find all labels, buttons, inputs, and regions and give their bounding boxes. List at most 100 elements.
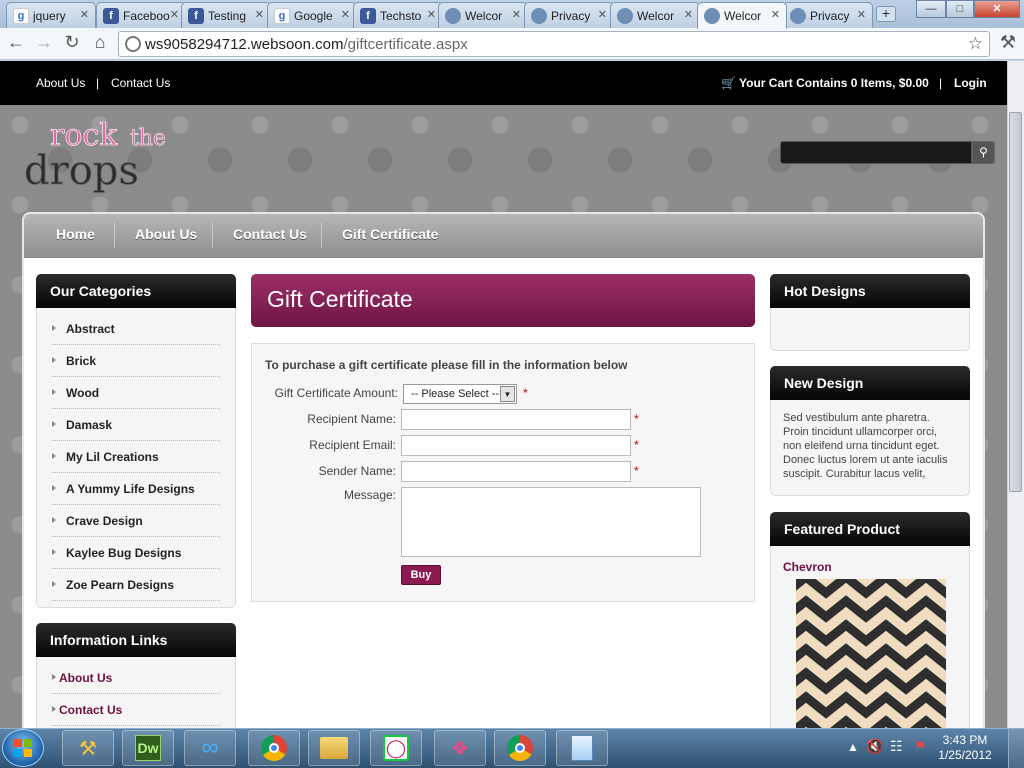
cart-icon[interactable]: 🛒 — [721, 76, 736, 90]
close-icon[interactable]: ✕ — [80, 8, 89, 21]
nav-home[interactable]: Home — [56, 226, 95, 242]
category-label: A Yummy Life Designs — [66, 482, 195, 496]
tab-label: Techsto — [380, 8, 422, 23]
category-item[interactable]: Brick — [52, 345, 220, 377]
address-bar[interactable]: ws9058294712.websoon.com/giftcertificate… — [118, 31, 990, 57]
nav-gift-certificate[interactable]: Gift Certificate — [342, 226, 438, 242]
network-icon[interactable]: ☷ — [890, 738, 903, 755]
category-item[interactable]: Wood — [52, 377, 220, 409]
login-link[interactable]: Login — [954, 76, 987, 90]
maximize-button[interactable]: □ — [946, 0, 974, 18]
messenger-icon[interactable]: ◯ — [370, 730, 422, 766]
forward-icon[interactable]: → — [33, 31, 55, 53]
site-search-input[interactable] — [780, 141, 972, 164]
flag-alert-icon[interactable]: ⚑ — [914, 738, 927, 755]
browser-tab[interactable]: Welcor ✕ — [697, 2, 787, 29]
windows-start-icon[interactable] — [2, 729, 44, 767]
scrollbar-thumb[interactable] — [1009, 112, 1022, 492]
show-desktop-button[interactable] — [1008, 729, 1024, 768]
browser-tab[interactable]: Welcor ✕ — [438, 2, 528, 28]
info-link-label: About Us — [59, 671, 113, 685]
category-item[interactable]: Kaylee Bug Designs — [52, 537, 220, 569]
close-icon[interactable]: ✕ — [857, 8, 866, 21]
featured-product-image[interactable] — [796, 579, 946, 728]
category-item[interactable]: A Yummy Life Designs — [52, 473, 220, 505]
recipient-email-field[interactable] — [401, 435, 631, 456]
hot-designs-title: Hot Designs — [770, 274, 970, 308]
chrome-icon[interactable] — [494, 730, 546, 766]
new-tab-button[interactable]: + — [876, 6, 896, 22]
nav-contact[interactable]: Contact Us — [233, 226, 307, 242]
tab-label: Welcor — [637, 8, 675, 23]
close-icon[interactable]: ✕ — [771, 8, 780, 21]
globe-icon — [617, 7, 633, 24]
ribbon-icon[interactable]: ❖ — [434, 730, 486, 766]
top-link-about[interactable]: About Us — [36, 76, 85, 90]
notepad-icon[interactable] — [556, 730, 608, 766]
show-hidden-icons[interactable]: ▲ — [847, 740, 859, 754]
nav-about[interactable]: About Us — [135, 226, 197, 242]
close-icon[interactable]: ✕ — [684, 8, 693, 21]
top-link-separator: | — [96, 76, 100, 90]
browser-tab[interactable]: g Google ✕ — [267, 2, 357, 28]
volume-muted-icon[interactable]: 🔇 — [866, 738, 883, 755]
amount-select[interactable]: -- Please Select -- ▼ — [403, 384, 517, 404]
browser-tab[interactable]: g jquery ✕ — [6, 2, 96, 28]
category-item[interactable]: Damask — [52, 409, 220, 441]
category-item[interactable]: Crave Design — [52, 505, 220, 537]
browser-tab[interactable]: f Testing ✕ — [181, 2, 271, 28]
close-icon[interactable]: ✕ — [598, 8, 607, 21]
recipient-name-field[interactable] — [401, 409, 631, 430]
cart-summary[interactable]: Your Cart Contains 0 Items, $0.00 — [739, 76, 929, 90]
explorer-icon[interactable] — [308, 730, 360, 766]
infinity-icon[interactable]: ∞ — [184, 730, 236, 766]
reload-icon[interactable]: ↻ — [61, 31, 83, 53]
google-icon: g — [274, 7, 290, 24]
sender-name-field[interactable] — [401, 461, 631, 482]
tools-icon[interactable]: ⚒ — [62, 730, 114, 766]
close-icon[interactable]: ✕ — [170, 8, 179, 21]
amount-label: Gift Certificate Amount: — [274, 386, 398, 400]
browser-tab[interactable]: Privacy ✕ — [524, 2, 614, 28]
nav-divider — [212, 222, 213, 248]
close-window-button[interactable]: ✕ — [974, 0, 1020, 18]
globe-icon — [531, 7, 547, 24]
globe-icon — [704, 8, 720, 24]
info-link-item[interactable]: About Us — [52, 662, 220, 694]
featured-product-name[interactable]: Chevron — [783, 560, 832, 574]
site-topbar: About Us | Contact Us 🛒 Your Cart Contai… — [0, 61, 1024, 105]
browser-tab[interactable]: Welcor ✕ — [610, 2, 700, 28]
url-text: ws9058294712.websoon.com/giftcertificate… — [145, 36, 468, 53]
search-icon[interactable]: ⚲ — [972, 141, 995, 164]
close-icon[interactable]: ✕ — [427, 8, 436, 21]
browser-tab[interactable]: f Techsto ✕ — [353, 2, 443, 28]
message-label: Message: — [343, 488, 396, 502]
category-item[interactable]: Zoe Pearn Designs — [52, 569, 220, 601]
close-icon[interactable]: ✕ — [512, 8, 521, 21]
arrow-right-icon — [52, 549, 56, 555]
tab-label: jquery — [33, 8, 66, 23]
buy-button[interactable]: Buy — [401, 565, 441, 585]
site-logo[interactable]: rock the drops — [22, 118, 172, 198]
clock[interactable]: 3:43 PM 1/25/2012 — [930, 733, 1000, 763]
close-icon[interactable]: ✕ — [255, 8, 264, 21]
arrow-right-icon — [52, 674, 56, 680]
tab-label: Welcor — [465, 8, 503, 23]
dreamweaver-icon[interactable]: Dw — [122, 730, 174, 766]
browser-tab[interactable]: Privacy ✕ — [783, 2, 873, 28]
close-icon[interactable]: ✕ — [341, 8, 350, 21]
chrome-icon[interactable] — [248, 730, 300, 766]
message-textarea[interactable] — [401, 487, 701, 557]
minimize-button[interactable]: — — [916, 0, 946, 18]
clock-time: 3:43 PM — [942, 733, 988, 747]
info-link-item[interactable]: Contact Us — [52, 694, 220, 726]
back-icon[interactable]: ← — [5, 31, 27, 53]
wrench-icon[interactable]: ⚒ — [997, 31, 1019, 53]
top-link-contact[interactable]: Contact Us — [111, 76, 170, 90]
browser-tab[interactable]: f Faceboo ✕ — [96, 2, 186, 28]
home-icon[interactable]: ⌂ — [89, 31, 111, 53]
bookmark-star-icon[interactable]: ☆ — [968, 34, 983, 54]
tab-label: Faceboo — [123, 8, 170, 23]
category-item[interactable]: Abstract — [52, 313, 220, 345]
category-item[interactable]: My Lil Creations — [52, 441, 220, 473]
